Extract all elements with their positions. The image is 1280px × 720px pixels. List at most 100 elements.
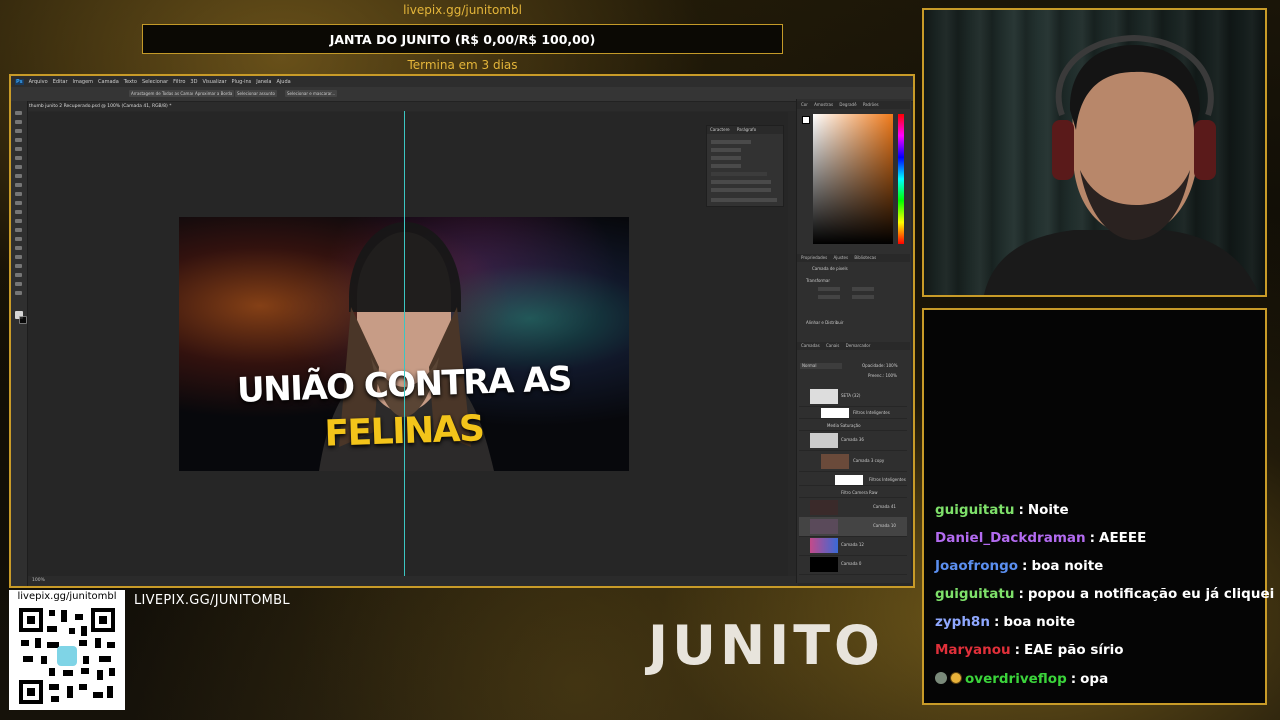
menu-editar[interactable]: Editar xyxy=(53,79,68,85)
tab-propriedades[interactable]: Propriedades xyxy=(801,255,827,260)
blend-mode-select[interactable]: Normal xyxy=(800,363,842,369)
menu-visualizar[interactable]: Visualizar xyxy=(202,79,226,85)
menu-texto[interactable]: Texto xyxy=(124,79,137,85)
width-field[interactable] xyxy=(818,287,840,291)
layers-panel-tabs: Camadas Canais Demarcador xyxy=(797,342,910,350)
tab-padroes[interactable]: Padrões xyxy=(863,102,879,107)
transform-section[interactable]: Transformar xyxy=(806,278,830,283)
tab-degrade[interactable]: Degradê xyxy=(839,102,856,107)
layer-row[interactable]: Media Saturação xyxy=(799,420,907,431)
language-row[interactable] xyxy=(711,198,777,202)
layer-row[interactable]: Camada 41 xyxy=(799,498,907,518)
layer-row[interactable]: Camada 3 copy xyxy=(799,452,907,472)
tab-camadas[interactable]: Camadas xyxy=(801,343,820,348)
chat-text: EAE pão sírio xyxy=(1024,642,1124,658)
color-panel-tabs: Cor Amostras Degradê Padrões xyxy=(797,101,910,109)
chat-username[interactable]: guiguitatu xyxy=(935,502,1014,518)
tab-canais[interactable]: Canais xyxy=(826,343,839,348)
tracking-field[interactable] xyxy=(711,156,741,160)
layer-row[interactable]: Camada 0 xyxy=(799,555,907,575)
y-field[interactable] xyxy=(852,295,874,299)
brush-tool-icon[interactable] xyxy=(15,183,22,187)
tab-cor[interactable]: Cor xyxy=(801,102,808,107)
fill-field[interactable]: Preenc.: 100% xyxy=(868,373,897,378)
opentype-buttons-row[interactable] xyxy=(711,188,771,192)
layer-name: Filtro Camera Raw xyxy=(841,490,878,495)
chat-username[interactable]: Joaofrongo xyxy=(935,558,1018,574)
crop-tool-icon[interactable] xyxy=(15,147,22,151)
blur-tool-icon[interactable] xyxy=(15,228,22,232)
tab-demarcador[interactable]: Demarcador xyxy=(846,343,871,348)
layer-row[interactable]: Camada 12 xyxy=(799,536,907,556)
x-field[interactable] xyxy=(852,287,874,291)
frame-tool-icon[interactable] xyxy=(15,156,22,160)
chat-username[interactable]: Daniel_Dackdraman xyxy=(935,530,1086,546)
menu-camada[interactable]: Camada xyxy=(98,79,119,85)
type-tool-icon[interactable] xyxy=(15,255,22,259)
layer-row[interactable]: Filtros Inteligentes xyxy=(799,406,907,419)
height-field[interactable] xyxy=(818,295,840,299)
menu-imagem[interactable]: Imagem xyxy=(73,79,94,85)
color-row[interactable] xyxy=(711,172,767,176)
zoom-tool-icon[interactable] xyxy=(15,291,22,295)
document-tab[interactable]: thumb junito 2 Recuperado.psd @ 100% (Ca… xyxy=(29,102,171,111)
eraser-tool-icon[interactable] xyxy=(15,210,22,214)
quick-select-tool-icon[interactable] xyxy=(15,138,22,142)
layer-row[interactable]: Filtros Inteligentes xyxy=(799,473,907,486)
eyedropper-tool-icon[interactable] xyxy=(15,165,22,169)
chat-text: opa xyxy=(1080,671,1109,687)
align-section[interactable]: Alinhar e Distribuir xyxy=(806,320,844,325)
background-color-swatch[interactable] xyxy=(19,316,27,324)
style-buttons-row[interactable] xyxy=(711,180,771,184)
chat-username[interactable]: overdriveflop xyxy=(965,671,1067,687)
tab-ajustes[interactable]: Ajustes xyxy=(833,255,848,260)
chat-username[interactable]: zyph8n xyxy=(935,614,990,630)
fg-color-chip[interactable] xyxy=(802,116,810,124)
font-family-field[interactable] xyxy=(711,140,751,144)
layer-row[interactable]: SETA (32) xyxy=(799,387,907,407)
layer-row[interactable]: Filtro Camera Raw xyxy=(799,487,907,498)
tab-paragrafo[interactable]: Parágrafo xyxy=(731,127,756,132)
pen-tool-icon[interactable] xyxy=(15,246,22,250)
opacity-field[interactable]: Opacidade: 100% xyxy=(862,363,898,368)
menu-janela[interactable]: Janela xyxy=(256,79,271,85)
move-tool-icon[interactable] xyxy=(15,111,22,115)
scale-field[interactable] xyxy=(711,164,741,168)
option-selecionar-assunto[interactable]: Selecionar assunto xyxy=(235,90,277,97)
layer-row[interactable]: Camada 36 xyxy=(799,431,907,451)
tab-caractere[interactable]: Caractere xyxy=(707,127,730,132)
zoom-level: 100% xyxy=(32,578,45,583)
menu-selecionar[interactable]: Selecionar xyxy=(142,79,168,85)
color-picker-field[interactable] xyxy=(813,114,893,244)
chat-username[interactable]: guiguitatu xyxy=(935,586,1014,602)
chat-username[interactable]: Maryanou xyxy=(935,642,1011,658)
hue-slider[interactable] xyxy=(898,114,904,244)
menu-arquivo[interactable]: Arquivo xyxy=(29,79,48,85)
layer-name: SETA (32) xyxy=(841,393,861,398)
healing-tool-icon[interactable] xyxy=(15,174,22,178)
dodge-tool-icon[interactable] xyxy=(15,237,22,241)
path-select-tool-icon[interactable] xyxy=(15,264,22,268)
font-size-field[interactable] xyxy=(711,148,741,152)
option-arrastagem[interactable]: Arrastagem de Todas as Camadas xyxy=(129,90,201,97)
gradient-tool-icon[interactable] xyxy=(15,219,22,223)
ps-logo: Ps xyxy=(15,78,24,85)
menu-ajuda[interactable]: Ajuda xyxy=(276,79,290,85)
menu-3d[interactable]: 3D xyxy=(190,79,197,85)
option-selecionar-mascarar[interactable]: Selecionar e mascarar... xyxy=(285,90,338,97)
tab-bibliotecas[interactable]: Bibliotecas xyxy=(854,255,876,260)
lasso-tool-icon[interactable] xyxy=(15,129,22,133)
stamp-tool-icon[interactable] xyxy=(15,192,22,196)
layer-row-selected[interactable]: Camada 10 xyxy=(799,517,907,537)
layer-thumbnail xyxy=(810,557,838,572)
hand-tool-icon[interactable] xyxy=(15,282,22,286)
tab-amostras[interactable]: Amostras xyxy=(814,102,833,107)
canvas-guide-line[interactable] xyxy=(404,111,405,576)
option-aproximar-borda[interactable]: Aproximar a Borda xyxy=(193,90,235,97)
marquee-tool-icon[interactable] xyxy=(15,120,22,124)
history-brush-tool-icon[interactable] xyxy=(15,201,22,205)
layer-thumbnail xyxy=(821,454,849,469)
menu-filtro[interactable]: Filtro xyxy=(173,79,185,85)
menu-plugins[interactable]: Plug-ins xyxy=(232,79,252,85)
shape-tool-icon[interactable] xyxy=(15,273,22,277)
